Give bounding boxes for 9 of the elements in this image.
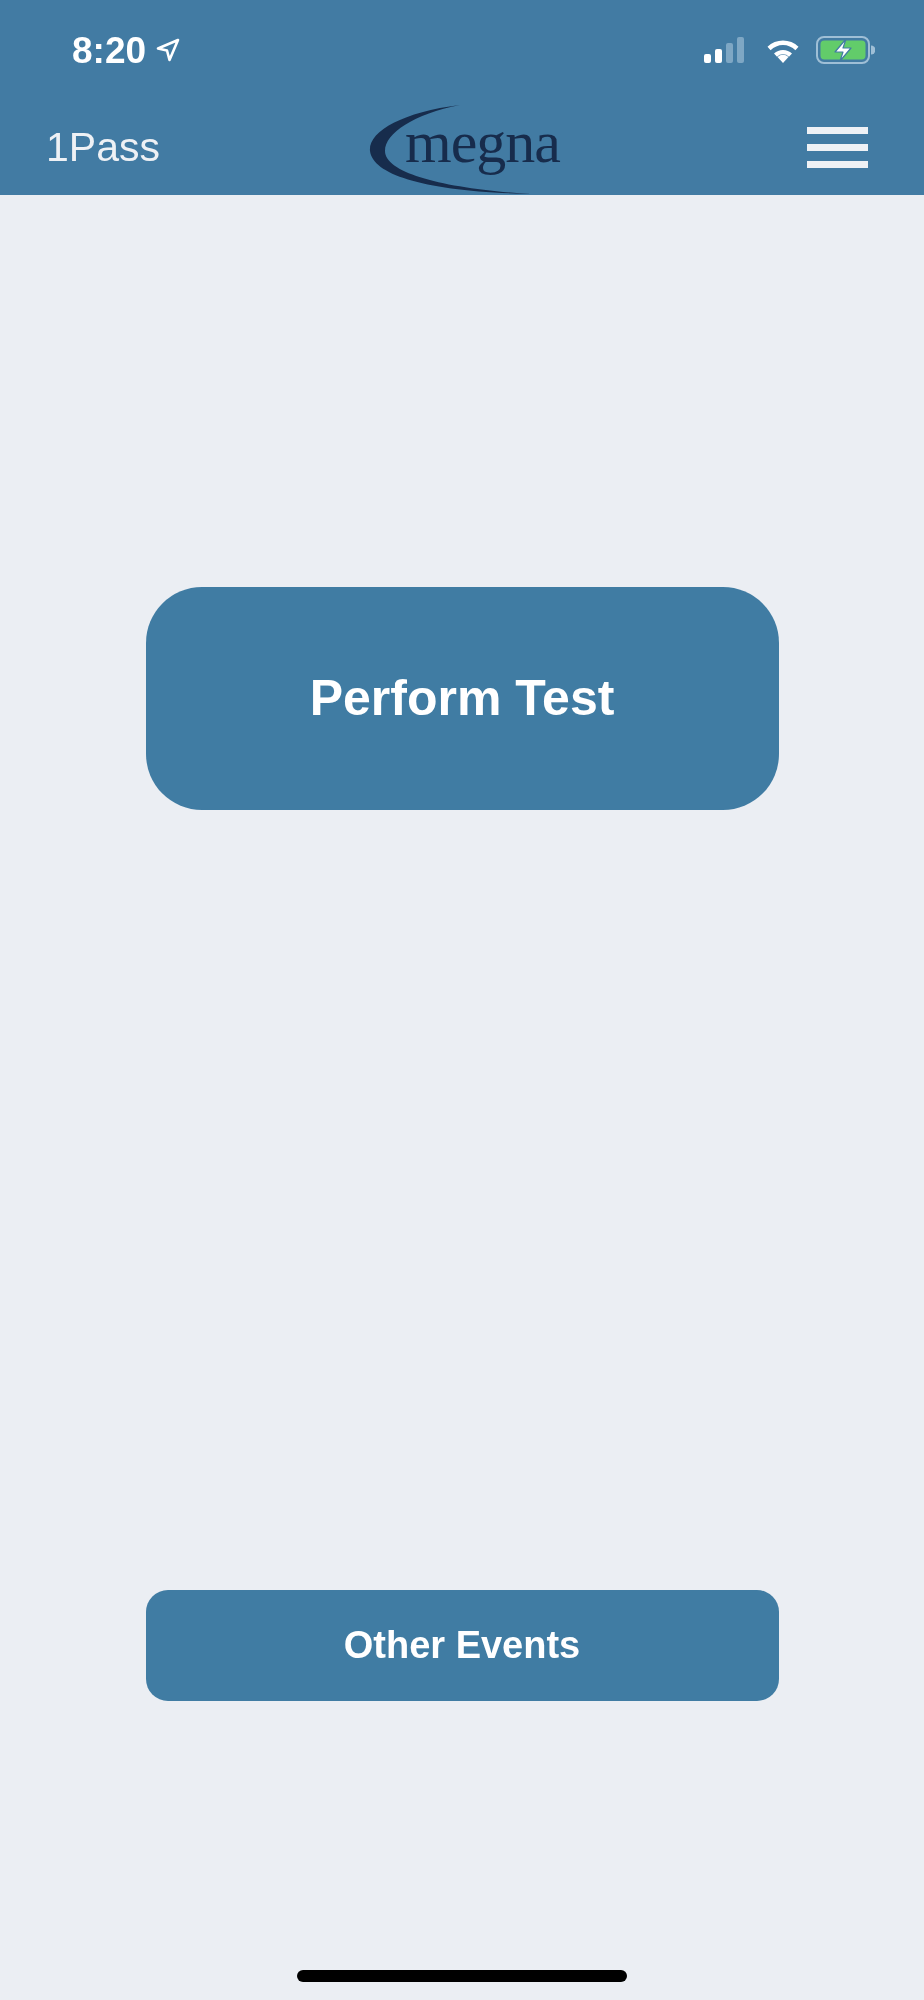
battery-charging-icon	[816, 36, 875, 64]
status-time: 8:20	[72, 31, 147, 69]
signal-icon	[704, 37, 744, 63]
location-arrow-icon	[156, 38, 181, 62]
menu-icon[interactable]	[807, 127, 868, 168]
wifi-icon	[765, 37, 801, 63]
app-title: 1Pass	[46, 127, 161, 168]
action-button[interactable]: Perform Test	[145, 587, 779, 810]
action-button[interactable]: Other Events	[145, 1590, 779, 1701]
